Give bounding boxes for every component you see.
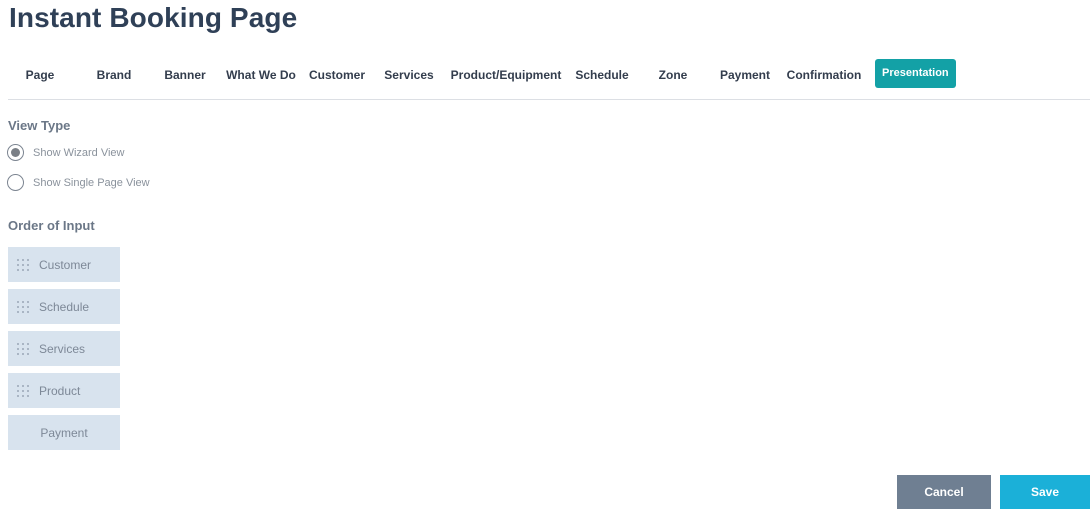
tab-product-equipment[interactable]: Product/Equipment xyxy=(451,67,562,95)
view-type-label: View Type xyxy=(8,118,71,133)
order-item-payment: Payment xyxy=(8,415,120,450)
order-item-services[interactable]: Services xyxy=(8,331,120,366)
order-item-product[interactable]: Product xyxy=(8,373,120,408)
tab-presentation[interactable]: Presentation xyxy=(875,59,956,88)
save-button[interactable]: Save xyxy=(1000,475,1090,509)
drag-handle-icon[interactable] xyxy=(17,385,30,397)
tab-payment[interactable]: Payment xyxy=(720,67,770,95)
order-item-label: Product xyxy=(39,383,81,398)
order-item-label: Customer xyxy=(39,257,92,272)
order-item-label: Schedule xyxy=(39,299,90,314)
radio-label: Show Single Page View xyxy=(33,176,150,189)
tab-schedule[interactable]: Schedule xyxy=(575,67,628,95)
tab-what-we-do[interactable]: What We Do xyxy=(226,67,296,95)
drag-handle-icon[interactable] xyxy=(17,259,30,271)
tab-services[interactable]: Services xyxy=(384,67,433,95)
tab-zone[interactable]: Zone xyxy=(659,67,688,95)
tab-customer[interactable]: Customer xyxy=(309,67,365,95)
order-of-input-label: Order of Input xyxy=(8,218,95,233)
cancel-button[interactable]: Cancel xyxy=(897,475,991,509)
radio-option-wizard-view[interactable]: Show Wizard View xyxy=(7,143,125,162)
tab-bar: Page Brand Banner What We Do Customer Se… xyxy=(8,59,1090,100)
page-title: Instant Booking Page xyxy=(9,2,298,33)
order-item-schedule[interactable]: Schedule xyxy=(8,289,120,324)
radio-option-single-page-view[interactable]: Show Single Page View xyxy=(7,173,150,192)
tab-page[interactable]: Page xyxy=(26,67,55,95)
drag-handle-icon[interactable] xyxy=(17,343,30,355)
order-of-input-list: Customer Schedule Services Product Payme… xyxy=(8,247,120,457)
order-item-label: Services xyxy=(39,341,86,356)
tab-banner[interactable]: Banner xyxy=(164,67,205,95)
tab-brand[interactable]: Brand xyxy=(97,67,132,95)
tab-confirmation[interactable]: Confirmation xyxy=(787,67,862,95)
order-item-customer[interactable]: Customer xyxy=(8,247,120,282)
radio-label: Show Wizard View xyxy=(33,146,125,159)
radio-button-checked[interactable] xyxy=(7,144,24,161)
drag-handle-icon[interactable] xyxy=(17,301,30,313)
radio-button[interactable] xyxy=(7,174,24,191)
order-item-label: Payment xyxy=(40,425,88,440)
